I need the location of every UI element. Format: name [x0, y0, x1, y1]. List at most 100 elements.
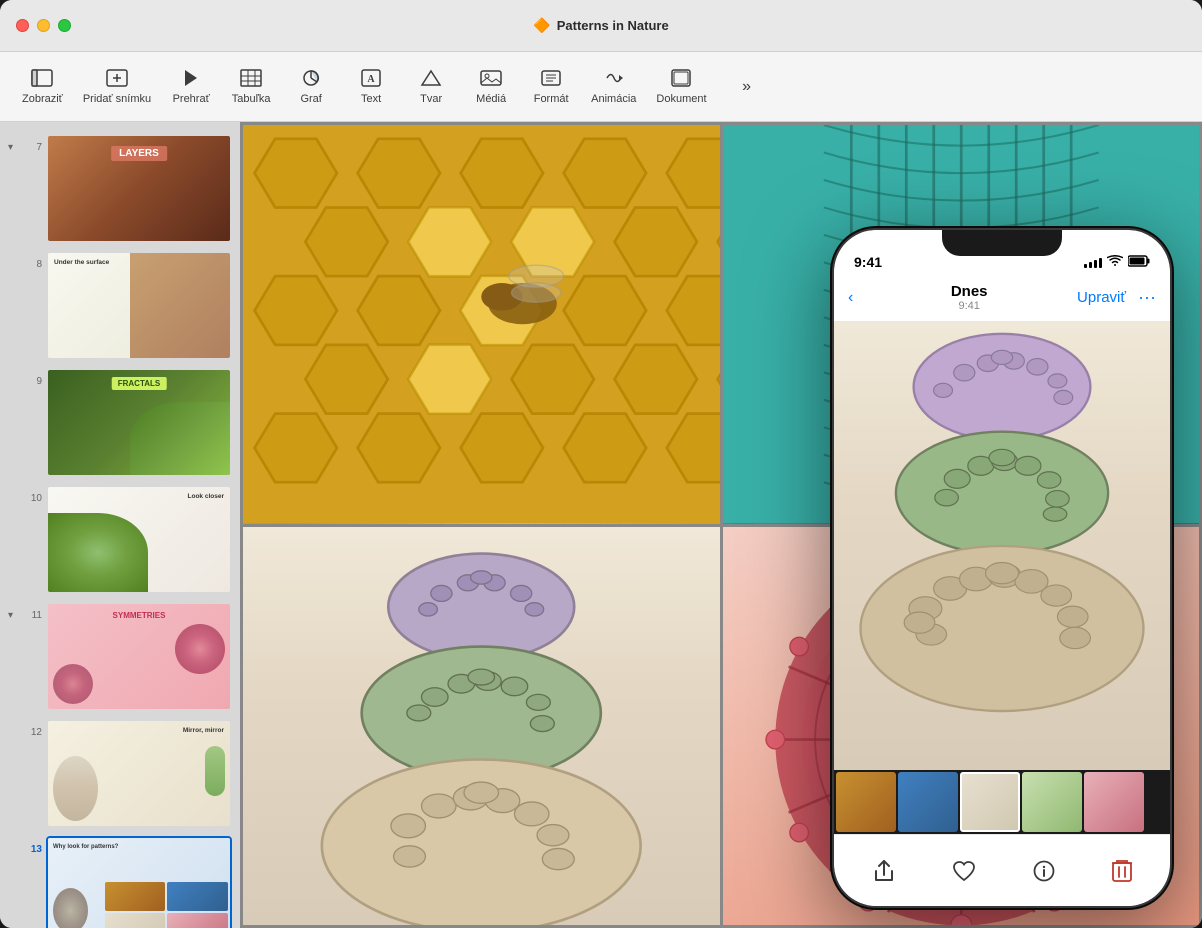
animacia-label: Animácia	[591, 93, 636, 105]
wifi-icon	[1107, 255, 1123, 270]
phone-frame: 9:41	[832, 228, 1172, 908]
photos-heart-button[interactable]	[952, 860, 976, 882]
photos-main-image	[834, 322, 1170, 770]
collapse-11[interactable]: ▾	[8, 610, 24, 621]
photos-subtitle: 9:41	[861, 300, 1077, 312]
toolbar-tabulka[interactable]: Tabuľka	[221, 63, 281, 111]
phone-time: 9:41	[854, 254, 882, 270]
slide-panel[interactable]: ▾ 7 8 Under the surface	[0, 122, 240, 928]
toolbar-pridat-snimku[interactable]: Pridať snímku	[73, 63, 161, 111]
fullscreen-button[interactable]	[58, 19, 71, 32]
prehrat-label: Prehrať	[173, 93, 210, 105]
toolbar-media[interactable]: Médiá	[461, 63, 521, 111]
tvar-label: Tvar	[420, 93, 442, 105]
window-title: 🔶 Patterns in Nature	[533, 17, 668, 34]
slide-thumb-8[interactable]: Under the surface	[46, 251, 232, 360]
slide-thumb-10[interactable]: Look closer	[46, 485, 232, 594]
photos-more-button[interactable]: ···	[1138, 287, 1156, 308]
graf-label: Graf	[300, 93, 321, 105]
phone-notch	[942, 230, 1062, 256]
filmstrip-thumb-1[interactable]	[836, 772, 896, 832]
slide-number-13: 13	[24, 844, 42, 855]
filmstrip-thumb-5[interactable]	[1084, 772, 1144, 832]
slide-group-9: 9 FRACTALS	[0, 364, 240, 481]
close-button[interactable]	[16, 19, 29, 32]
main-window: 🔶 Patterns in Nature Zobraziť Pr	[0, 0, 1202, 928]
photos-share-button[interactable]	[873, 859, 895, 883]
keynote-icon: 🔶	[533, 17, 550, 34]
titlebar: 🔶 Patterns in Nature	[0, 0, 1202, 52]
canvas-cell-bee	[243, 125, 720, 524]
toolbar-format[interactable]: Formát	[521, 63, 581, 111]
pridat-snimku-icon	[106, 69, 128, 90]
filmstrip-thumb-3[interactable]	[960, 772, 1020, 832]
toolbar-more[interactable]: »	[717, 73, 777, 101]
minimize-button[interactable]	[37, 19, 50, 32]
signal-bar-3	[1094, 260, 1097, 268]
photos-back-button[interactable]: ‹	[848, 289, 853, 307]
signal-bars	[1084, 258, 1102, 268]
media-label: Médiá	[476, 93, 506, 105]
slide-thumb-12[interactable]: Mirror, mirror	[46, 719, 232, 828]
phone-status-icons	[1084, 255, 1150, 270]
photos-title: Dnes	[861, 283, 1077, 300]
signal-bar-1	[1084, 264, 1087, 268]
traffic-lights	[16, 19, 71, 32]
zobrazit-label: Zobraziť	[22, 93, 63, 105]
text-icon: A	[360, 69, 382, 90]
toolbar: Zobraziť Pridať snímku Prehrať	[0, 52, 1202, 122]
tabulka-icon	[240, 69, 262, 90]
phone-device: 9:41	[832, 228, 1172, 908]
slide-thumb-9[interactable]: FRACTALS	[46, 368, 232, 477]
photos-actions-bar	[834, 834, 1170, 906]
graf-icon	[300, 69, 322, 90]
filmstrip-thumb-4[interactable]	[1022, 772, 1082, 832]
slide-number-12: 12	[24, 727, 42, 738]
pridat-snimku-label: Pridať snímku	[83, 93, 151, 105]
filmstrip-thumb-2[interactable]	[898, 772, 958, 832]
collapse-7[interactable]: ▾	[8, 142, 24, 153]
slide-number-11: 11	[24, 610, 42, 621]
slide-thumb-13[interactable]: Why look for patterns?	[46, 836, 232, 928]
toolbar-dokument[interactable]: Dokument	[646, 63, 716, 111]
photos-header: ‹ Dnes 9:41 Upraviť ···	[834, 274, 1170, 322]
prehrat-icon	[183, 69, 199, 90]
slide-number-8: 8	[24, 259, 42, 270]
slide-group-11: ▾ 11 SYMMETRIES	[0, 598, 240, 715]
tvar-icon	[420, 69, 442, 90]
phone-screen: 9:41	[834, 230, 1170, 906]
slide-number-7: 7	[24, 142, 42, 153]
toolbar-zobrazit[interactable]: Zobraziť	[12, 63, 73, 111]
signal-bar-4	[1099, 258, 1102, 268]
toolbar-prehrat[interactable]: Prehrať	[161, 63, 221, 111]
photos-edit-button[interactable]: Upraviť	[1077, 289, 1126, 306]
slide-group-8: 8 Under the surface	[0, 247, 240, 364]
photos-filmstrip	[834, 770, 1170, 834]
toolbar-graf[interactable]: Graf	[281, 63, 341, 111]
main-area: ▾ 7 8 Under the surface	[0, 122, 1202, 928]
format-label: Formát	[534, 93, 569, 105]
toolbar-tvar[interactable]: Tvar	[401, 63, 461, 111]
more-icon: »	[742, 79, 751, 95]
battery-icon	[1128, 255, 1150, 270]
toolbar-text[interactable]: A Text	[341, 63, 401, 111]
slide-thumb-7[interactable]	[46, 134, 232, 243]
photos-delete-button[interactable]	[1112, 859, 1132, 883]
dokument-icon	[671, 69, 691, 90]
tabulka-label: Tabuľka	[232, 93, 271, 105]
zobrazit-icon	[31, 69, 53, 90]
animacia-icon	[603, 69, 625, 90]
media-icon	[480, 69, 502, 90]
slide-number-9: 9	[24, 376, 42, 387]
signal-bar-2	[1089, 262, 1092, 268]
photos-info-button[interactable]	[1033, 860, 1055, 882]
text-label: Text	[361, 93, 381, 105]
slide-group-10: 10 Look closer	[0, 481, 240, 598]
dokument-label: Dokument	[656, 93, 706, 105]
format-icon	[540, 69, 562, 90]
slide-group-13: 13 Why look for patterns?	[0, 832, 240, 928]
slide-group-7: ▾ 7	[0, 130, 240, 247]
toolbar-animacia[interactable]: Animácia	[581, 63, 646, 111]
svg-text:A: A	[368, 74, 376, 85]
slide-thumb-11[interactable]: SYMMETRIES	[46, 602, 232, 711]
